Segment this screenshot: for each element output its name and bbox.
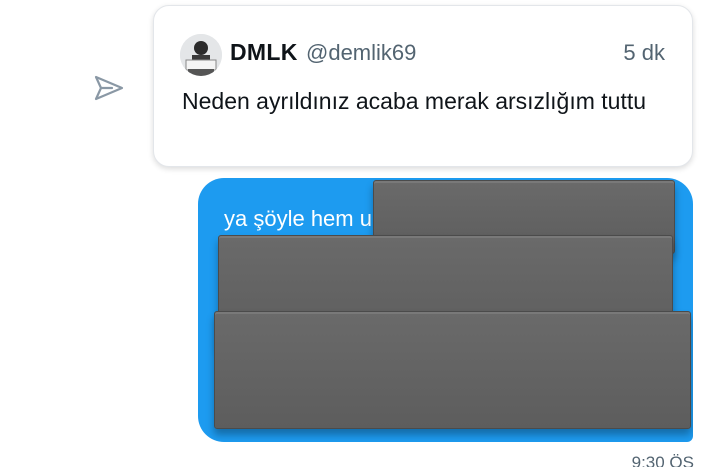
quote-author-name: DMLK bbox=[230, 39, 298, 65]
message-timestamp: 9:30 ÖS bbox=[631, 453, 694, 467]
quote-author-handle: @demlik69 bbox=[306, 40, 417, 65]
avatar[interactable] bbox=[180, 34, 222, 76]
redaction-block bbox=[214, 311, 691, 429]
share-send-icon[interactable] bbox=[92, 72, 126, 104]
quote-timestamp: 5 dk bbox=[623, 40, 665, 65]
quote-text: Neden ayrıldınız acaba merak arsızlığım … bbox=[182, 88, 647, 114]
quoted-post-card[interactable]: DMLK @demlik69 5 dk Neden ayrıldınız aca… bbox=[153, 5, 693, 167]
message-text: ya şöyle hem u bbox=[224, 206, 372, 231]
sent-message-bubble[interactable]: ya şöyle hem u bbox=[198, 178, 693, 442]
